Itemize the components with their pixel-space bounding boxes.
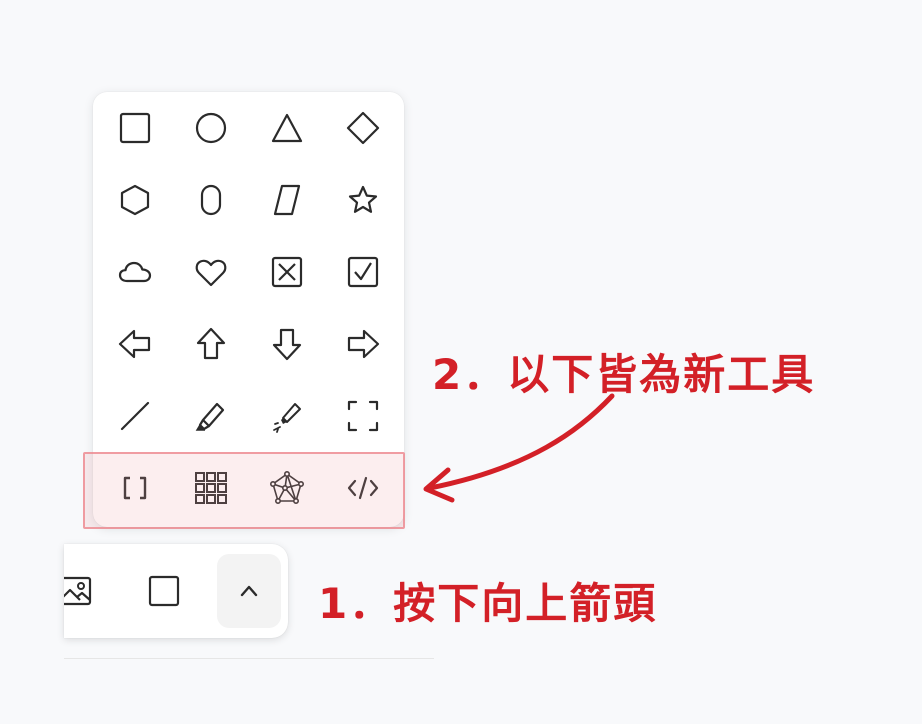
tool-heart[interactable]: [186, 247, 236, 297]
line-icon: [120, 401, 150, 431]
star-icon: [348, 185, 378, 213]
tool-rectangle[interactable]: [110, 103, 160, 153]
tool-highlighter[interactable]: [186, 391, 236, 441]
arrow-right-icon: [347, 329, 380, 359]
tool-x-box[interactable]: [262, 247, 312, 297]
image-tool-button[interactable]: [64, 554, 108, 628]
arrow-up-icon: [196, 327, 226, 360]
tool-cloud[interactable]: [110, 247, 160, 297]
more-tools-button[interactable]: [217, 554, 281, 628]
tool-network[interactable]: [262, 463, 312, 513]
triangle-icon: [271, 113, 303, 143]
image-icon: [64, 576, 92, 606]
highlighter-icon: [195, 402, 225, 431]
tool-diamond[interactable]: [338, 103, 388, 153]
x-box-icon: [271, 256, 303, 288]
bottom-toolbar: [64, 544, 288, 638]
tool-brackets[interactable]: [110, 463, 160, 513]
tool-star[interactable]: [338, 175, 388, 225]
frame-icon: [347, 400, 379, 432]
annotation-step-1: 1．按下向上箭頭: [318, 579, 658, 628]
grid-icon: [195, 472, 227, 504]
tools-palette: [93, 92, 404, 527]
tool-arrow-right[interactable]: [338, 319, 388, 369]
ellipse-icon: [195, 112, 227, 144]
tool-triangle[interactable]: [262, 103, 312, 153]
code-icon: [347, 476, 379, 500]
tool-hexagon[interactable]: [110, 175, 160, 225]
annotation-step-2: 2．以下皆為新工具: [432, 350, 816, 399]
tool-grid[interactable]: [186, 463, 236, 513]
tool-arrow-up[interactable]: [186, 319, 236, 369]
rectangle-icon: [148, 575, 180, 607]
parallelogram-icon: [273, 184, 301, 216]
tool-parallelogram[interactable]: [262, 175, 312, 225]
tool-check-box[interactable]: [338, 247, 388, 297]
cloud-icon: [118, 261, 152, 283]
tool-code[interactable]: [338, 463, 388, 513]
tool-line[interactable]: [110, 391, 160, 441]
network-icon: [269, 470, 304, 504]
tool-pill[interactable]: [186, 175, 236, 225]
hexagon-icon: [120, 184, 150, 216]
tool-arrow-down[interactable]: [262, 319, 312, 369]
brackets-icon: [123, 476, 147, 500]
rectangle-icon: [119, 112, 151, 144]
rectangle-tool-button[interactable]: [132, 554, 196, 628]
laser-pointer-icon: [273, 403, 301, 433]
divider: [64, 658, 434, 659]
tool-ellipse[interactable]: [186, 103, 236, 153]
tool-frame[interactable]: [338, 391, 388, 441]
tool-laser-pointer[interactable]: [262, 391, 312, 441]
pill-icon: [200, 184, 222, 216]
heart-icon: [195, 259, 227, 287]
chevron-up-icon: [240, 585, 258, 597]
tool-arrow-left[interactable]: [110, 319, 160, 369]
arrow-left-icon: [118, 329, 151, 359]
check-box-icon: [347, 256, 379, 288]
arrow-down-icon: [272, 328, 302, 361]
diamond-icon: [346, 111, 380, 145]
